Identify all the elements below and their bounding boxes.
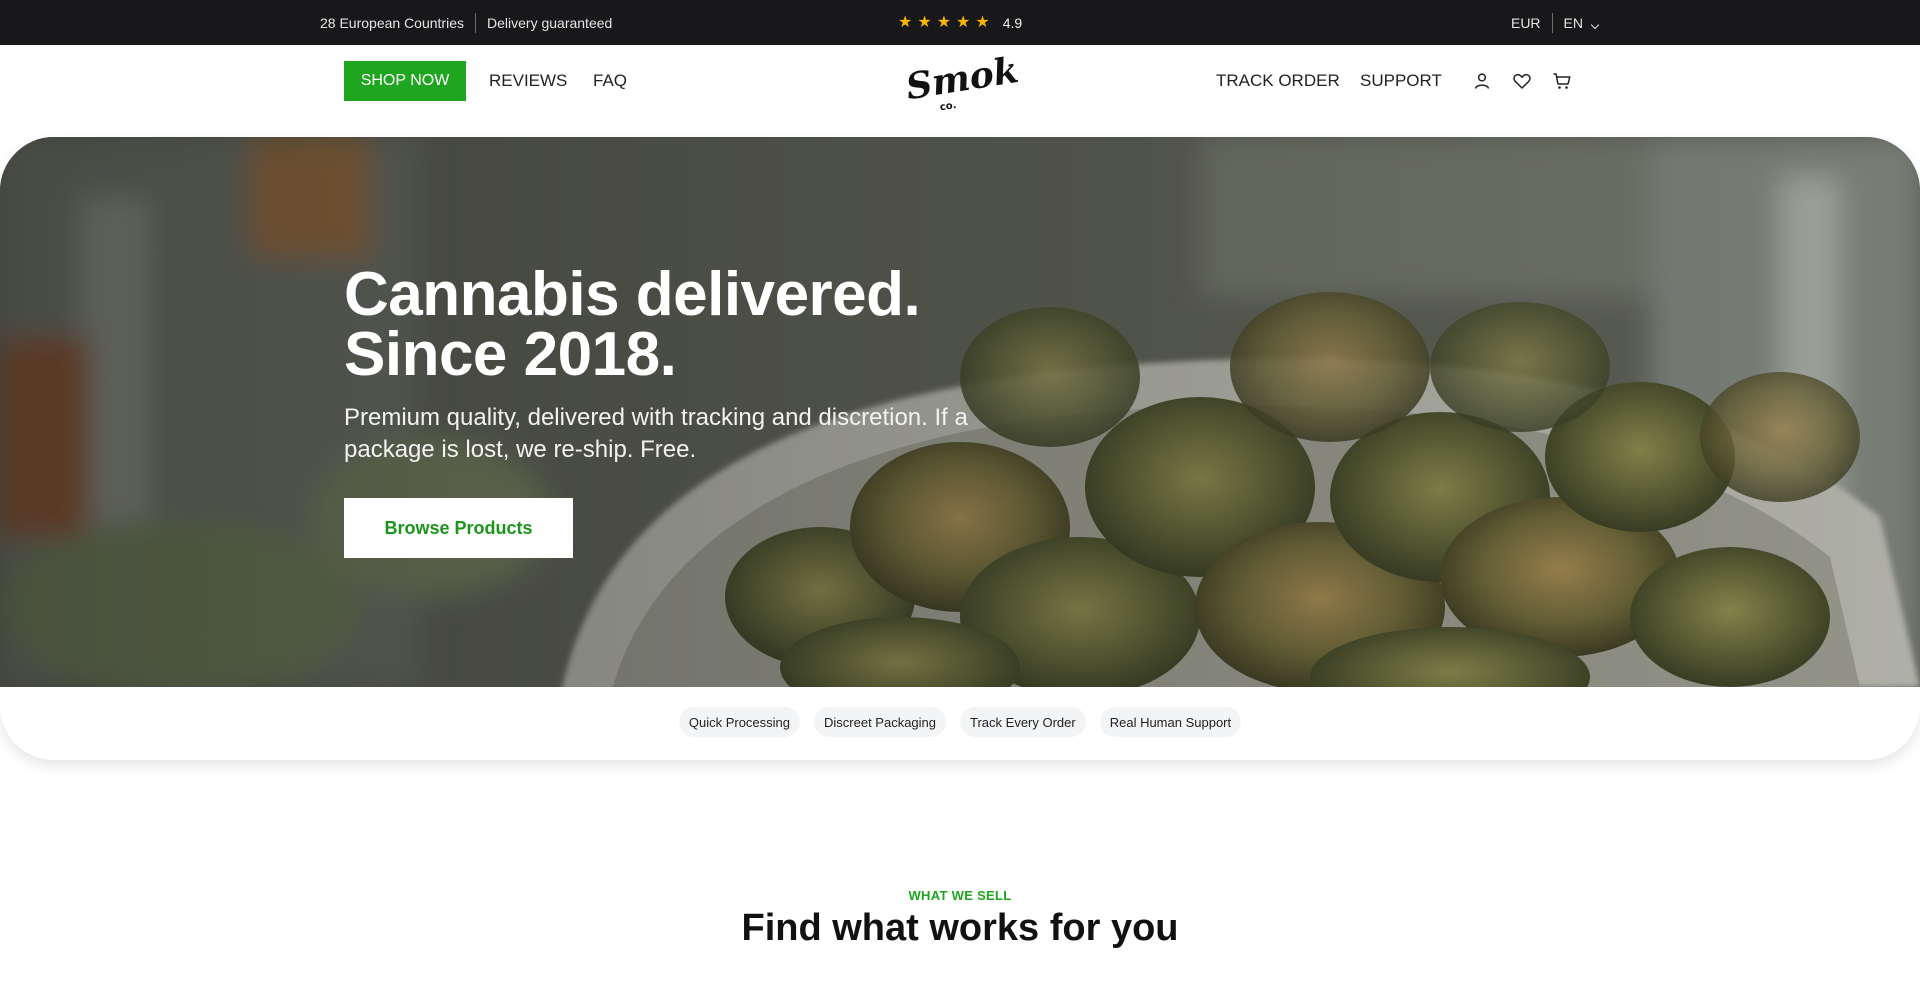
feature-pill-real-human-support: Real Human Support <box>1099 707 1242 737</box>
shipping-info: 28 European Countries Delivery guarantee… <box>320 0 612 45</box>
hero-title-line-1: Cannabis delivered. <box>344 260 921 329</box>
cart-icon[interactable] <box>1552 71 1572 91</box>
feature-pill-discreet-packaging: Discreet Packaging <box>814 707 947 737</box>
main-navigation: SHOP NOW REVIEWS FAQ Smokers co. TRACK O… <box>0 45 1920 137</box>
nav-link-support[interactable]: SUPPORT <box>1360 71 1442 91</box>
star-icon: ★ <box>898 13 913 31</box>
section-title: Find what works for you <box>741 907 1179 949</box>
hero-section: Cannabis delivered. Since 2018. Premium … <box>0 137 1920 760</box>
user-icon[interactable] <box>1472 71 1492 91</box>
locale-selector: EUR EN <box>1511 0 1600 45</box>
star-icon: ★ <box>956 13 971 31</box>
star-icon: ★ <box>975 13 990 31</box>
rating-value: 4.9 <box>1002 14 1023 31</box>
browse-products-button[interactable]: Browse Products <box>344 498 573 558</box>
currency-selector[interactable]: EUR <box>1511 15 1541 31</box>
divider <box>1551 12 1553 33</box>
logo-suffix: co. <box>939 100 957 113</box>
nav-link-faq[interactable]: FAQ <box>593 71 627 91</box>
countries-text: 28 European Countries <box>320 14 464 31</box>
section-eyebrow: WHAT WE SELL <box>908 888 1012 903</box>
feature-pills: Quick Processing Discreet Packaging Trac… <box>0 707 1920 741</box>
hero-title: Cannabis delivered. Since 2018. <box>344 260 921 389</box>
chevron-down-icon <box>1590 20 1600 29</box>
nav-link-reviews[interactable]: REVIEWS <box>489 71 567 91</box>
language-selector[interactable]: EN <box>1563 14 1600 31</box>
language-label: EN <box>1563 14 1583 31</box>
nav-link-track-order[interactable]: TRACK ORDER <box>1216 71 1340 91</box>
hero-title-line-2: Since 2018. <box>344 320 677 389</box>
logo-wordmark: Smokers <box>903 51 1020 108</box>
divider <box>475 12 476 33</box>
smokers-logo[interactable]: Smokers co. <box>900 51 1020 113</box>
star-icon: ★ <box>936 13 952 31</box>
feature-pill-track-every-order: Track Every Order <box>960 707 1086 737</box>
feature-pill-quick-processing: Quick Processing <box>678 707 801 737</box>
announcement-bar: 28 European Countries Delivery guarantee… <box>0 0 1920 45</box>
rating-display: ★ ★ ★ ★ ★ 4.9 <box>898 0 1022 45</box>
shop-now-button[interactable]: SHOP NOW <box>344 61 466 101</box>
hero-subtitle: Premium quality, delivered with tracking… <box>344 404 968 463</box>
heart-icon[interactable] <box>1512 71 1532 91</box>
star-icon: ★ <box>917 13 932 31</box>
delivery-text: Delivery guaranteed <box>487 14 613 31</box>
